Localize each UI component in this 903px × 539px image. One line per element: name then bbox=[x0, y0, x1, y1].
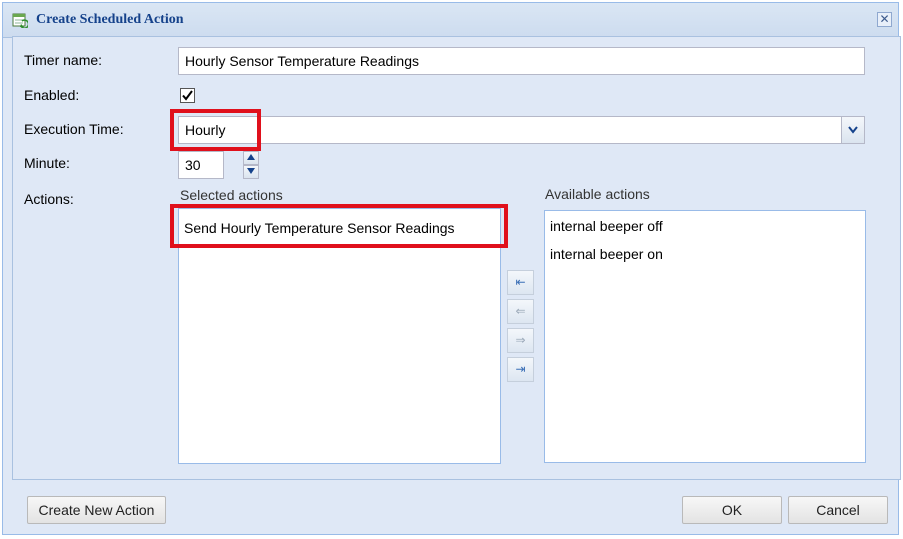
minute-increment-button[interactable] bbox=[243, 151, 259, 165]
move-all-right-icon: ⇥ bbox=[515, 362, 526, 376]
execution-time-label: Execution Time: bbox=[24, 121, 124, 137]
available-action-item[interactable]: internal beeper on bbox=[550, 246, 663, 262]
close-icon: ✕ bbox=[879, 12, 890, 26]
timer-name-input[interactable]: Hourly Sensor Temperature Readings bbox=[178, 47, 865, 75]
calendar-refresh-icon bbox=[12, 13, 28, 28]
move-all-left-button[interactable]: ⇤ bbox=[507, 270, 534, 295]
dialog-title: Create Scheduled Action bbox=[36, 12, 184, 27]
available-action-item[interactable]: internal beeper off bbox=[550, 218, 663, 234]
caret-down-icon bbox=[247, 168, 255, 174]
execution-time-dropdown-button[interactable] bbox=[841, 116, 865, 144]
chevron-down-icon bbox=[848, 126, 858, 134]
selected-actions-list[interactable]: Send Hourly Temperature Sensor Readings bbox=[178, 208, 501, 464]
ok-button[interactable]: OK bbox=[682, 496, 782, 524]
available-actions-header: Available actions bbox=[545, 186, 650, 202]
enabled-checkbox[interactable] bbox=[180, 88, 195, 103]
checkmark-icon bbox=[182, 90, 193, 101]
minute-label: Minute: bbox=[24, 155, 70, 171]
minute-input[interactable]: 30 bbox=[178, 151, 224, 179]
execution-time-select[interactable]: Hourly bbox=[178, 116, 842, 144]
dialog-titlebar[interactable]: Create Scheduled Action ✕ bbox=[3, 3, 898, 38]
available-actions-list[interactable]: internal beeper off internal beeper on bbox=[544, 210, 866, 463]
move-right-button[interactable]: ⇒ bbox=[507, 328, 534, 353]
close-button[interactable]: ✕ bbox=[877, 12, 892, 27]
caret-up-icon bbox=[247, 154, 255, 160]
create-new-action-button[interactable]: Create New Action bbox=[27, 496, 166, 524]
actions-label: Actions: bbox=[24, 191, 74, 207]
cancel-button[interactable]: Cancel bbox=[788, 496, 888, 524]
move-all-left-icon: ⇤ bbox=[515, 275, 526, 289]
minute-decrement-button[interactable] bbox=[243, 165, 259, 179]
selected-action-item[interactable]: Send Hourly Temperature Sensor Readings bbox=[184, 220, 455, 236]
move-all-right-button[interactable]: ⇥ bbox=[507, 357, 534, 382]
move-left-button[interactable]: ⇐ bbox=[507, 299, 534, 324]
move-right-icon: ⇒ bbox=[515, 333, 526, 347]
move-left-icon: ⇐ bbox=[515, 304, 526, 318]
timer-name-label: Timer name: bbox=[24, 52, 103, 68]
selected-actions-header: Selected actions bbox=[180, 187, 283, 203]
enabled-label: Enabled: bbox=[24, 87, 80, 103]
